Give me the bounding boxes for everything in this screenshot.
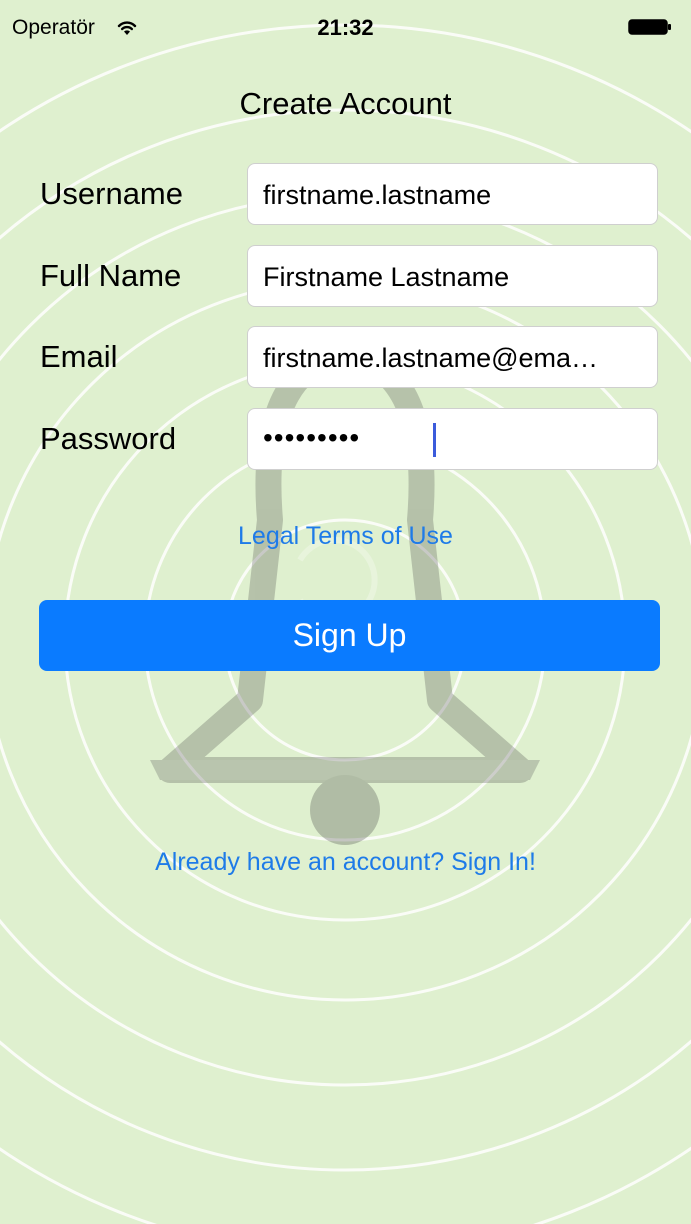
- sign-in-link[interactable]: Already have an account? Sign In!: [0, 848, 691, 877]
- email-label: Email: [40, 339, 118, 374]
- username-label: Username: [40, 176, 183, 211]
- password-label: Password: [40, 421, 177, 456]
- email-value: firstname.lastname@ema…: [263, 343, 599, 373]
- password-field[interactable]: •••••••••: [247, 408, 658, 470]
- sign-up-button[interactable]: Sign Up: [39, 600, 660, 671]
- full-name-value: Firstname Lastname: [263, 262, 510, 292]
- status-time: 21:32: [317, 15, 374, 40]
- full-name-label: Full Name: [40, 258, 182, 293]
- username-value: firstname.lastname: [263, 180, 492, 210]
- full-name-field[interactable]: Firstname Lastname: [247, 245, 658, 307]
- text-cursor: [433, 423, 436, 457]
- page-title: Create Account: [239, 86, 452, 121]
- status-bar: Operatör 21:32: [0, 0, 691, 44]
- battery-icon: [628, 19, 671, 35]
- password-value: •••••••••: [263, 422, 361, 453]
- legal-terms-link[interactable]: Legal Terms of Use: [0, 522, 691, 551]
- username-field[interactable]: firstname.lastname: [247, 163, 658, 225]
- email-field[interactable]: firstname.lastname@ema…: [247, 326, 658, 388]
